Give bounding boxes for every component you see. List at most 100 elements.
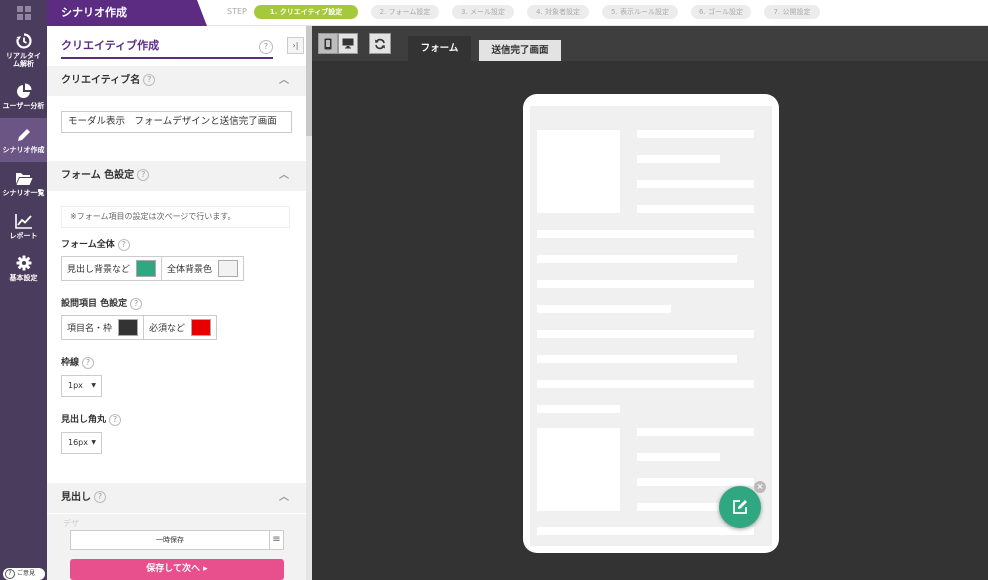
text-line [537, 380, 754, 388]
folder-open-icon [15, 172, 32, 185]
nav-scenario-list-label: シナリオ一覧 [2, 188, 45, 197]
text-line [637, 130, 754, 138]
chevron-up-icon: ︿ [279, 75, 289, 86]
creative-name-input[interactable]: モーダル表示 フォームデザインと送信完了画面 [61, 111, 292, 133]
line-chart-icon [14, 213, 32, 229]
nav-basic-settings-label: 基本設定 [9, 273, 38, 282]
device-toggle [318, 33, 358, 54]
dropdown-arrow-icon: ▼ [91, 439, 96, 446]
gear-icon [16, 255, 31, 270]
required-swatch[interactable] [191, 319, 212, 336]
nav-scenario-list[interactable]: シナリオ一覧 [0, 162, 47, 206]
nav-basic-settings[interactable]: 基本設定 [0, 246, 47, 290]
text-line [637, 478, 754, 486]
heading-bg-swatch[interactable] [136, 260, 157, 277]
help-icon[interactable]: ? [94, 491, 106, 503]
feedback-label: ご意見 [17, 570, 36, 577]
all-bg-color[interactable]: 全体背景色 [162, 257, 243, 280]
help-icon[interactable]: ? [117, 238, 130, 251]
required-label: 必須など [149, 324, 186, 334]
help-icon[interactable]: ? [130, 297, 143, 310]
panel-title: クリエイティブ作成 [61, 35, 273, 59]
text-line [537, 527, 754, 535]
app-title: シナリオ作成 [47, 0, 207, 26]
name-frame-swatch[interactable] [118, 319, 139, 336]
preview-area: フォーム 送信完了画面 × [312, 26, 988, 580]
section-creative-name[interactable]: クリエイティブ名? ︿ [47, 66, 306, 96]
radius-label: 見出し角丸? [61, 412, 122, 426]
step-creative[interactable]: 1. クリエイティブ設定 [254, 5, 358, 19]
smartphone-icon [324, 38, 332, 49]
section-heading-title: 見出し [61, 492, 91, 503]
feedback-button[interactable]: ? ご意見 [3, 568, 45, 580]
top-bar: シナリオ作成 STEP 1. クリエイティブ設定 2. フォーム設定 3. メー… [0, 0, 988, 26]
form-preview [530, 106, 772, 546]
step-display-rule[interactable]: 5. 表示ルール設定 [602, 5, 678, 19]
refresh-button[interactable] [369, 33, 391, 54]
step-label: STEP [227, 7, 247, 16]
collapse-panel-button[interactable]: ›| [287, 37, 304, 54]
chevron-up-icon: ︿ [279, 170, 289, 181]
text-line [637, 428, 754, 436]
edit-fab-button[interactable] [719, 486, 761, 528]
section-creative-name-title: クリエイティブ名 [61, 75, 141, 86]
left-nav: リアルタイム解析 ユーザー分析 シナリオ作成 シナリオ一覧 レポート 基本設定 … [0, 26, 47, 580]
step-goal[interactable]: 6. ゴール設定 [691, 5, 751, 19]
step-publish[interactable]: 7. 公開設定 [764, 5, 820, 19]
mobile-view-button[interactable] [318, 33, 338, 54]
form-note: ※フォーム項目の設定は次ページで行います。 [61, 206, 290, 228]
border-width-select[interactable]: 1px ▼ [61, 375, 102, 397]
text-line [537, 255, 737, 263]
tab-form[interactable]: フォーム [408, 36, 471, 61]
nav-user-analysis[interactable]: ユーザー分析 [0, 74, 47, 118]
required-color[interactable]: 必須など [144, 316, 216, 339]
nav-scenario-create[interactable]: シナリオ作成 [0, 118, 47, 162]
pie-chart-icon [16, 83, 31, 98]
help-icon[interactable]: ? [137, 169, 150, 181]
text-line [637, 155, 720, 163]
help-icon[interactable]: ? [109, 413, 122, 426]
question-icon: ? [5, 569, 15, 579]
close-icon[interactable]: × [754, 481, 766, 493]
desktop-view-button[interactable] [338, 33, 358, 54]
heading-bg-label: 見出し背景など [67, 265, 131, 275]
creative-editor-panel: クリエイティブ作成 ? ›| クリエイティブ名? ︿ モーダル表示 フォームデザ… [47, 26, 306, 580]
text-line [537, 230, 754, 238]
help-icon[interactable]: ? [143, 74, 156, 86]
question-color-label-text: 設問項目 色設定 [61, 299, 128, 309]
section-form-color[interactable]: フォーム 色設定? ︿ [47, 161, 306, 191]
edit-icon [733, 500, 747, 514]
text-line [537, 405, 620, 413]
radius-select[interactable]: 16px ▼ [61, 432, 102, 454]
pencil-icon [17, 128, 30, 141]
text-line [537, 280, 754, 288]
text-line [637, 453, 720, 461]
menu-icon[interactable]: ≡ [269, 530, 284, 550]
heading-bg-color[interactable]: 見出し背景など [62, 257, 163, 280]
form-all-colors: 見出し背景など 全体背景色 [61, 256, 245, 281]
name-frame-label: 項目名・枠 [67, 324, 113, 334]
help-icon[interactable]: ? [82, 356, 95, 369]
apps-grid-button[interactable] [0, 0, 47, 26]
temp-save-button[interactable]: 一時保存 [70, 530, 270, 550]
step-mail[interactable]: 3. メール設定 [452, 5, 514, 19]
preview-toolbar: フォーム 送信完了画面 [312, 26, 988, 61]
nav-realtime-label: リアルタイム解析 [6, 51, 41, 68]
nav-realtime[interactable]: リアルタイム解析 [0, 28, 47, 72]
behind-text: デザ [63, 519, 79, 528]
section-heading[interactable]: 見出し? ︿ [47, 483, 306, 513]
name-frame-color[interactable]: 項目名・枠 [62, 316, 145, 339]
step-target[interactable]: 4. 対象者設定 [527, 5, 589, 19]
text-line [637, 180, 754, 188]
save-next-button[interactable]: 保存して次へ ▸ [70, 559, 284, 580]
nav-report[interactable]: レポート [0, 204, 47, 248]
border-label-text: 枠線 [61, 358, 80, 368]
mobile-preview-frame [523, 94, 779, 553]
nav-scenario-create-label: シナリオ作成 [2, 145, 45, 154]
image-placeholder [537, 428, 620, 511]
tab-completion[interactable]: 送信完了画面 [479, 40, 561, 61]
form-all-label: フォーム全体? [61, 237, 130, 251]
step-form[interactable]: 2. フォーム設定 [371, 5, 439, 19]
all-bg-swatch[interactable] [218, 260, 239, 277]
help-icon[interactable]: ? [259, 40, 273, 54]
